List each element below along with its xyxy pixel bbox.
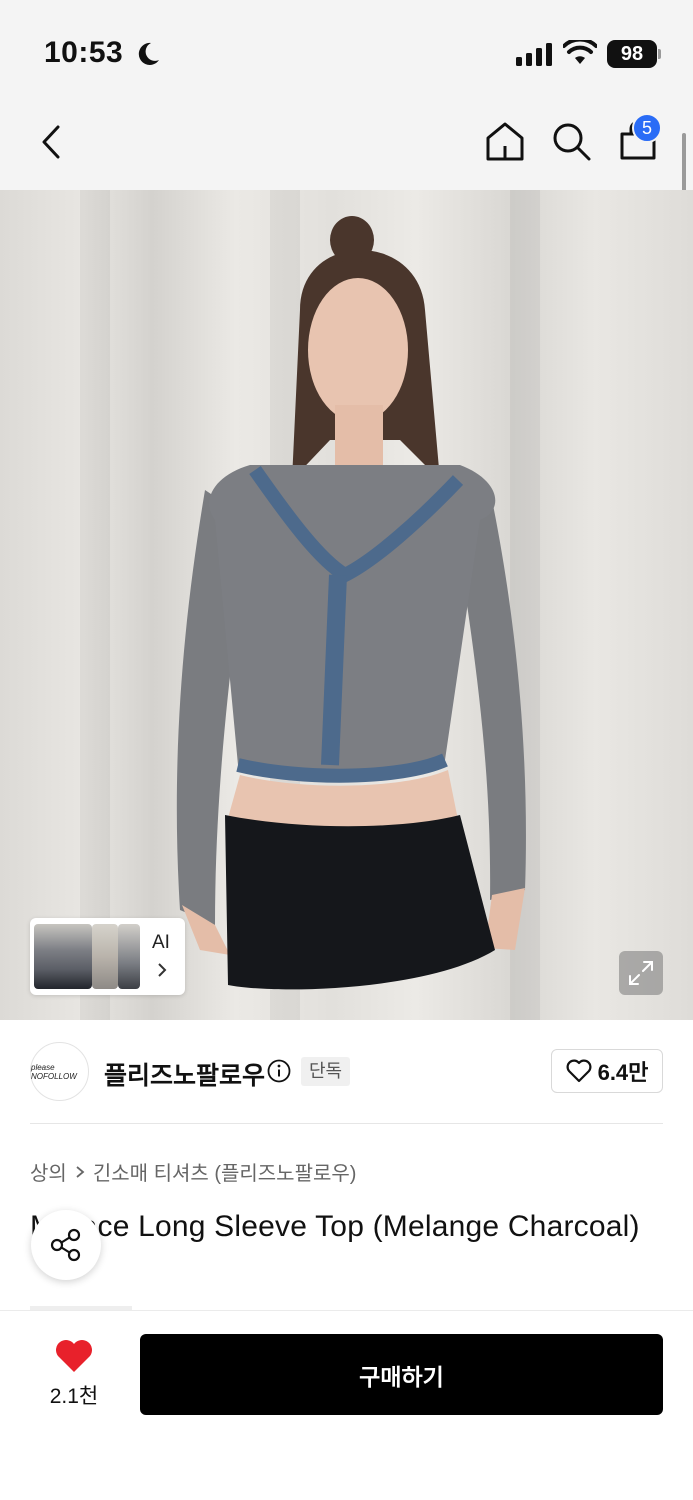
breadcrumb-category[interactable]: 상의 [30, 1157, 67, 1186]
battery-indicator: 98 [607, 40, 657, 68]
like-count: 6.4만 [597, 1060, 649, 1085]
heart-filled-icon[interactable] [54, 1338, 94, 1374]
status-bar: 10:53 98 [0, 0, 693, 100]
home-icon[interactable] [484, 120, 526, 162]
buy-button[interactable]: 구매하기 [140, 1334, 663, 1415]
exclusive-badge: 단독 [301, 1057, 351, 1086]
heart-outline-icon [566, 1059, 592, 1083]
brand-like-button[interactable]: 6.4만 [551, 1049, 663, 1093]
nav-bar [0, 100, 693, 190]
status-time: 10:53 [44, 36, 124, 69]
product-image[interactable] [0, 190, 693, 1020]
brand-logo-text: please NOFOLLOW [31, 1062, 77, 1081]
ai-label: AI [152, 932, 170, 953]
wish-count: 2.1천 [49, 1385, 99, 1408]
expand-image-button[interactable] [619, 951, 663, 995]
back-icon[interactable] [34, 122, 70, 162]
product-title: M Lace Long Sleeve Top (Melange Charcoal… [30, 1210, 640, 1243]
info-icon[interactable] [267, 1059, 291, 1083]
brand-logo[interactable]: please NOFOLLOW [30, 1042, 89, 1101]
brand-name[interactable]: 플리즈노팔로우 [104, 1056, 265, 1092]
ai-lookbook-thumbnails[interactable]: AI [30, 918, 185, 995]
search-icon[interactable] [550, 120, 592, 162]
chevron-right-icon [158, 963, 167, 977]
battery-tip [658, 49, 661, 59]
divider [30, 1123, 663, 1124]
breadcrumb-subcategory[interactable]: 긴소매 티셔츠 (플리즈노팔로우) [93, 1157, 357, 1186]
signal-icon [516, 42, 552, 66]
breadcrumb: 상의 긴소매 티셔츠 (플리즈노팔로우) [30, 1157, 356, 1186]
share-icon [50, 1228, 81, 1262]
thumbnail-image[interactable] [92, 924, 118, 989]
wifi-icon [563, 40, 597, 64]
model-photo [176, 216, 526, 990]
moon-icon [138, 42, 159, 65]
cart-count-badge[interactable]: 5 [632, 113, 662, 143]
thumbnail-image[interactable] [118, 924, 140, 989]
expand-icon [629, 961, 653, 985]
thumbnail-image[interactable] [34, 924, 92, 989]
chevron-right-icon [76, 1165, 85, 1178]
share-button[interactable] [31, 1210, 101, 1280]
